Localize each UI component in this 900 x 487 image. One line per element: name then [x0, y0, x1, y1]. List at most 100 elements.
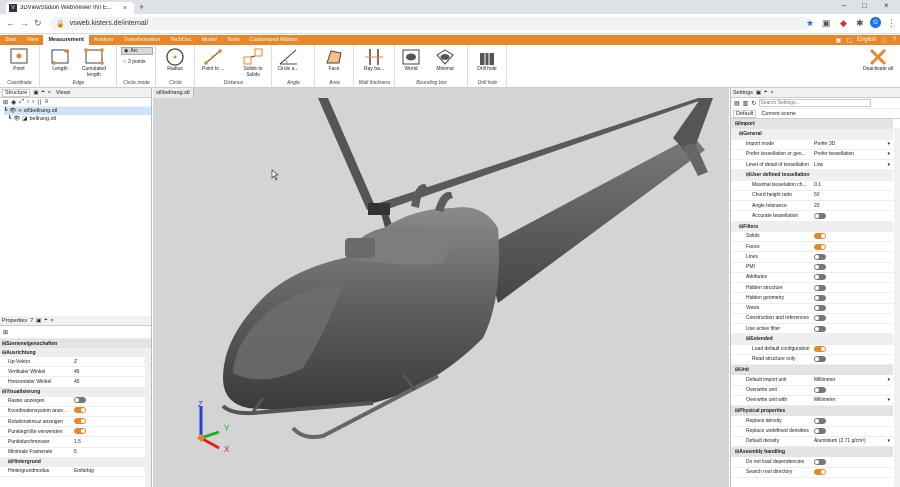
close-tab-icon[interactable]: × — [123, 5, 127, 12]
chevron-right-icon[interactable]: › — [32, 99, 34, 105]
browser-tab[interactable]: V 3DViewStation WebViewer INTE... × — [6, 2, 134, 14]
info-icon[interactable]: ⓘ — [882, 36, 888, 45]
pin-icon[interactable]: ⌖ — [44, 317, 47, 324]
menu-model[interactable]: Model — [197, 35, 222, 45]
chord-height-field[interactable]: 50 — [814, 192, 893, 198]
menu-start[interactable]: Start — [0, 35, 22, 45]
section-assembly[interactable]: ⊟ Assembly handling — [731, 447, 893, 458]
toggle-rotation-cross[interactable] — [74, 417, 86, 424]
section-extended[interactable]: ⊟ Extended — [731, 334, 893, 345]
toggle-read-structure-only[interactable] — [814, 356, 826, 363]
menu-transformation[interactable]: Transformation — [119, 35, 166, 45]
new-tab-icon[interactable]: + — [139, 2, 144, 12]
chevron-left-icon[interactable]: ‹ — [27, 99, 29, 105]
tab-views[interactable]: Views — [54, 90, 73, 96]
help-icon[interactable]: ? — [893, 37, 896, 43]
window-icon[interactable]: ▣ — [756, 90, 761, 96]
settings-search-input[interactable] — [759, 99, 872, 107]
helicopter-model[interactable] — [153, 98, 729, 487]
tab-default[interactable]: Default — [733, 109, 757, 118]
angle-tolerance-field[interactable]: 20 — [814, 203, 893, 209]
close-icon[interactable]: × — [50, 318, 53, 324]
section-unit[interactable]: ⊟ Unit — [731, 365, 893, 376]
bookmark-star-icon[interactable]: ★ — [806, 18, 814, 29]
extension-red-icon[interactable]: ◆ — [840, 18, 847, 29]
group-header[interactable]: ⊟ Visualisierung — [0, 387, 151, 397]
eye-icon[interactable]: 👁 — [9, 108, 16, 114]
toggle-pmi[interactable] — [814, 264, 826, 271]
tree-item-child[interactable]: ┗ 👁 ◪ bellrang.stl — [4, 115, 151, 123]
up-vector-select[interactable]: Z▾ — [72, 359, 151, 365]
export-icon[interactable]: ▥ — [743, 100, 749, 107]
close-icon[interactable]: × — [48, 90, 51, 96]
menu-measurement[interactable]: Measurement — [43, 35, 89, 45]
help-icon[interactable]: ? — [30, 318, 33, 324]
default-density-select[interactable]: Aluminium (2.71 g/cm³) ▾ — [814, 438, 893, 444]
properties-scrollbar[interactable] — [145, 350, 151, 487]
point-diameter-field[interactable]: 1.5 — [72, 439, 151, 445]
viewport-tab[interactable]: stl\bellrang.stl — [153, 88, 194, 98]
toggle-raster[interactable] — [74, 397, 86, 404]
point-button[interactable]: Point — [8, 47, 30, 73]
menu-view[interactable]: View — [22, 35, 44, 45]
menu-techdoc[interactable]: TechDoc — [165, 35, 196, 45]
language-select[interactable]: English — [857, 37, 877, 43]
toggle-overwrite-unit[interactable] — [814, 387, 826, 394]
tab-structure[interactable]: Structure — [2, 88, 31, 97]
minimal-button[interactable]: Minimal — [434, 47, 456, 73]
length-button[interactable]: Length — [49, 47, 71, 73]
refresh-icon[interactable]: ↻ — [751, 100, 756, 107]
toggle-no-dependencies[interactable] — [814, 458, 826, 465]
browser-menu-icon[interactable]: ⋮ — [887, 18, 896, 29]
extensions-puzzle-icon[interactable]: ✱ — [856, 18, 864, 29]
toggle-hidden-geometry[interactable] — [814, 294, 826, 301]
code-icon[interactable]: ⟨⟩ — [37, 99, 42, 106]
solids-to-solids-button[interactable]: Solids to Solids — [238, 47, 268, 78]
menu-customized-ribbon[interactable]: Customized Ribbon — [245, 35, 303, 45]
pin-icon[interactable]: ⌖ — [764, 89, 767, 96]
settings-scrollbar[interactable] — [894, 128, 900, 487]
default-unit-select[interactable]: Millimeter ▾ — [814, 377, 893, 383]
reload-icon[interactable]: ↻ — [34, 18, 42, 29]
list-icon[interactable]: ≡ — [45, 99, 49, 105]
eye-icon[interactable]: 👁 — [13, 116, 20, 122]
profile-avatar[interactable]: G — [870, 17, 881, 28]
minimize-icon[interactable]: – — [842, 1, 846, 10]
menu-analyze[interactable]: Analyze — [89, 35, 119, 45]
toggle-replace-undefined-densities[interactable] — [814, 428, 826, 435]
close-window-icon[interactable]: × — [884, 1, 889, 10]
arc-option[interactable]: ◉ Arc — [121, 47, 153, 55]
toggle-replace-density[interactable] — [814, 417, 826, 424]
3d-viewport[interactable]: stl\bellrang.stl Z Y X — [153, 88, 729, 487]
drill-hole-button[interactable]: Drill hole — [476, 47, 498, 73]
toggle-views[interactable] — [814, 305, 826, 312]
horizontal-angle-field[interactable]: 45 — [72, 379, 151, 385]
toggle-lines[interactable] — [814, 253, 826, 260]
toggle-coordinate-system[interactable] — [74, 407, 86, 414]
menu-tools[interactable]: Tools — [222, 35, 245, 45]
cumulated-length-button[interactable]: Cumulated length — [79, 47, 109, 78]
forward-icon[interactable]: → — [20, 18, 29, 28]
import-mode-select[interactable]: Prefer 3D ▾ — [814, 141, 893, 147]
vertical-angle-field[interactable]: 45 — [72, 369, 151, 375]
close-icon[interactable]: × — [770, 90, 773, 96]
properties-tool-icon[interactable]: ⊞ — [3, 329, 8, 336]
back-icon[interactable]: ← — [6, 18, 15, 28]
toggle-solids[interactable] — [814, 233, 826, 240]
toggle-hidden-structure[interactable] — [814, 284, 826, 291]
background-mode-select[interactable]: Einfarbig▾ — [72, 468, 151, 474]
subgroup-header[interactable]: ⊟ Hintergrund — [0, 457, 151, 467]
face-button[interactable]: Face — [323, 47, 345, 73]
save-icon[interactable]: ▤ — [734, 100, 740, 107]
three-points-option[interactable]: ○ 3 points — [121, 58, 153, 66]
section-header[interactable]: ⊟ Szeneneigenschaften — [0, 339, 151, 348]
expand-icon[interactable]: ⤢ — [19, 99, 24, 106]
extension-icon[interactable]: ▣ — [822, 18, 831, 29]
world-button[interactable]: World — [400, 47, 422, 73]
overwrite-unit-select[interactable]: Millimeter ▾ — [814, 397, 893, 403]
ray-based-button[interactable]: Ray ba... — [363, 47, 385, 73]
section-import[interactable]: ⊟ Import — [731, 119, 893, 130]
max-tessellation-field[interactable]: 0.1 — [814, 182, 893, 188]
pin-icon[interactable]: ⌖ — [42, 89, 45, 96]
window-icon[interactable]: ▣ — [33, 90, 38, 96]
